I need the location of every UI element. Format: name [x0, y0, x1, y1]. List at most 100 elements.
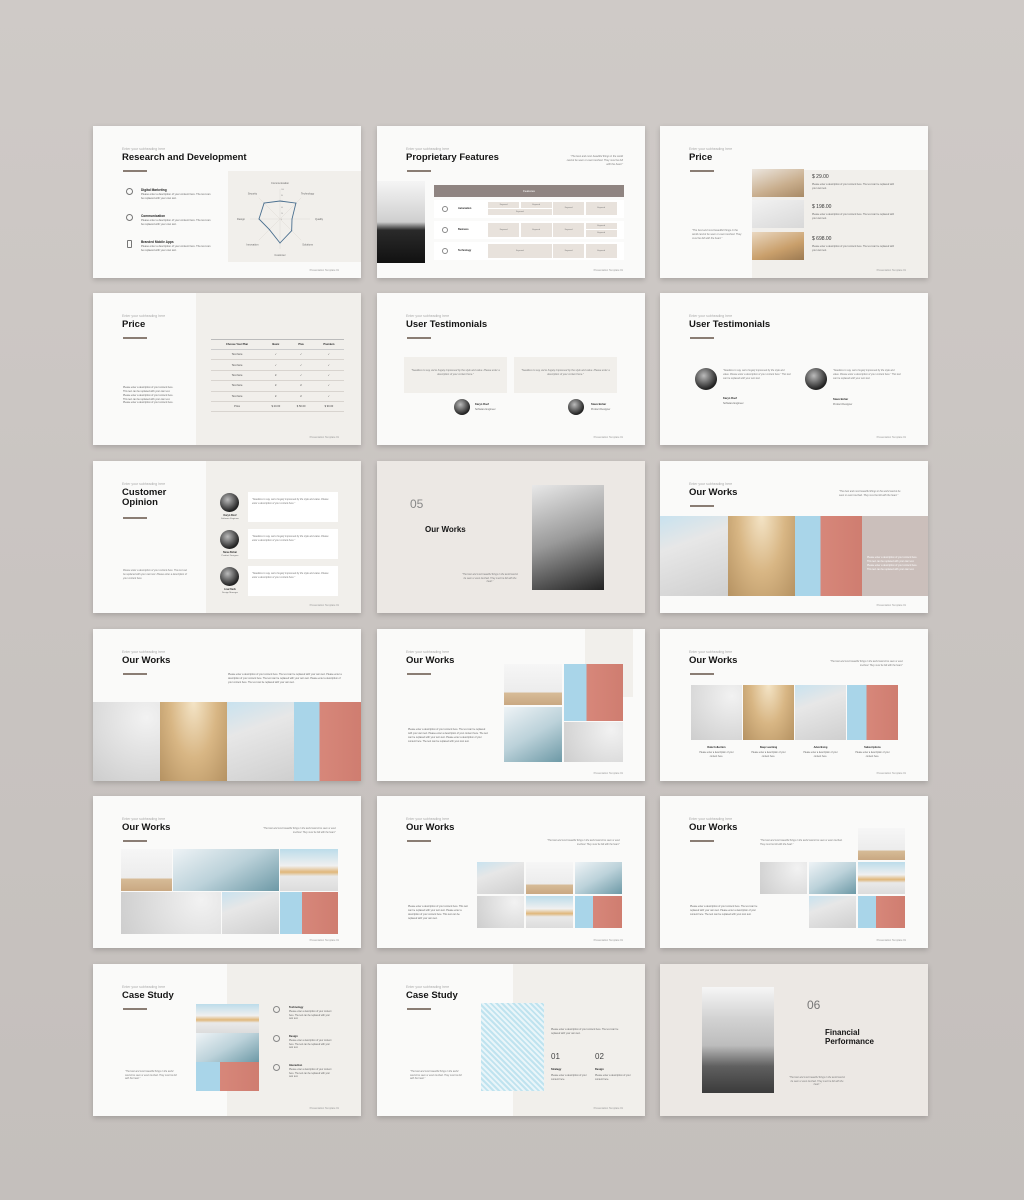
section-title: Our Works: [425, 525, 466, 534]
quote: "The best and most beautiful things in t…: [547, 840, 620, 846]
slide-footer: Presentation Template 01: [309, 269, 339, 272]
table-row: Text here ✗ ✗ ✓: [211, 391, 344, 402]
slide-footer: Presentation Template 01: [309, 436, 339, 439]
slide-title: Our Works: [122, 655, 171, 666]
person-role: Product Designer: [221, 555, 239, 557]
slide-title: Our Works: [689, 487, 738, 498]
quote: "The best and most beautiful things in t…: [839, 490, 901, 497]
keyword-cell: Keyword: [585, 230, 617, 237]
work-photo: [858, 896, 905, 928]
title-underline: [123, 1008, 147, 1010]
keyword-cell: Keyword: [553, 244, 585, 258]
item-title: Digital Marketing: [141, 188, 167, 192]
slide-research-development[interactable]: Enter your subheading here Research and …: [93, 126, 361, 278]
slide-subtitle: Enter your subheading here: [122, 817, 166, 821]
radar-point: [291, 230, 293, 232]
case-photo: [196, 1004, 259, 1033]
slide-our-works-1[interactable]: Enter your subheading here Our Works "Th…: [660, 461, 928, 613]
price: $ 29.00: [812, 174, 829, 180]
radar-tick-label: 20: [281, 213, 283, 215]
work-photo: [795, 685, 846, 740]
table-row: Text here ✗ ✗ ✓: [211, 380, 344, 392]
step-number: 02: [595, 1052, 604, 1061]
avatar: [695, 368, 717, 390]
radar-spoke: [279, 218, 302, 241]
keyword-cell: Keyword: [585, 202, 617, 215]
slide-our-works-3[interactable]: Enter your subheading here Our Works Ple…: [377, 629, 645, 781]
slide-section-05[interactable]: 05 Our Works "The best and most beautifu…: [377, 461, 645, 613]
slide-footer: Presentation Template 01: [593, 436, 623, 439]
testimonial-quote: "Needless to say, we're hugely impressed…: [723, 369, 791, 380]
slide-our-works-2[interactable]: Enter your subheading here Our Works Ple…: [93, 629, 361, 781]
quote: "The best and most beautiful things in t…: [789, 1077, 845, 1087]
radar-tick-label: 40: [281, 207, 283, 209]
table-row: Text here ✗ ✓ ✓: [211, 370, 344, 382]
slide-footer: Presentation Template 01: [593, 269, 623, 272]
slide-proprietary-features[interactable]: Enter your subheading here Proprietary F…: [377, 126, 645, 278]
quote: "The best and most beautiful things in t…: [263, 828, 336, 834]
radar-point: [279, 242, 281, 244]
keyword-cell: Keyword: [488, 244, 552, 258]
case-photo: [196, 1062, 259, 1091]
work-title: Advertising: [813, 746, 828, 749]
slide-footer: Presentation Template 01: [876, 939, 906, 942]
radar-tick-label: 80: [281, 195, 283, 197]
feature-label: Technology: [458, 249, 472, 252]
title-underline: [123, 170, 147, 172]
slide-our-works-6[interactable]: Enter your subheading here Our Works "Th…: [377, 796, 645, 948]
keyword-cell: Keyword: [488, 209, 552, 215]
slide-title: Proprietary Features: [406, 152, 499, 163]
slide-title: Price: [122, 319, 146, 330]
person-name: Steve Bohar: [833, 398, 849, 401]
person-role: Software Engineer: [221, 518, 239, 520]
title-underline: [123, 673, 147, 675]
price-desc: Please enter a description of your conte…: [812, 245, 895, 252]
work-photo: [93, 702, 160, 781]
gear-icon: [442, 206, 448, 212]
work-photo: [728, 516, 795, 596]
radar-axis-label: Design: [237, 217, 246, 221]
title-underline: [123, 840, 147, 842]
keyword-cell: Keyword: [520, 202, 552, 208]
slide-case-study-2[interactable]: Enter your subheading here Case Study "T…: [377, 964, 645, 1116]
slide-price-table[interactable]: Enter your subheading here Price Please …: [93, 293, 361, 445]
work-photo: [227, 702, 294, 781]
slide-subtitle: Enter your subheading here: [122, 650, 166, 654]
slide-user-testimonials-1[interactable]: Enter your subheading here User Testimon…: [377, 293, 645, 445]
person-name: Lisa Fleck: [224, 588, 236, 591]
work-photo: [691, 685, 742, 740]
slide-footer: Presentation Template 01: [876, 604, 906, 607]
section-number: 05: [410, 497, 424, 511]
section-title: Financial Performance: [825, 1028, 874, 1046]
table-cell: ✗: [288, 380, 314, 392]
work-photo: [222, 892, 279, 934]
briefcase-icon: [442, 227, 448, 233]
testimonial-card: "Needless to say, we're hugely impressed…: [514, 357, 617, 393]
slide-our-works-5[interactable]: Enter your subheading here Our Works "Th…: [93, 796, 361, 948]
work-title: Deep Learning: [759, 746, 778, 749]
slide-case-study-1[interactable]: Enter your subheading here Case Study "T…: [93, 964, 361, 1116]
phone-icon: [127, 240, 132, 248]
person-role: Product Designer: [833, 403, 853, 406]
table-cell: $ 20.00: [263, 401, 289, 413]
radar-axis-label: Customer: [274, 253, 285, 257]
slide-title: Case Study: [406, 990, 458, 1001]
slide-section-06[interactable]: 06 Financial Performance "The best and m…: [660, 964, 928, 1116]
slide-price-cards[interactable]: Enter your subheading here Price "The be…: [660, 126, 928, 278]
slide-customer-opinion[interactable]: Enter your subheading here Customer Opin…: [93, 461, 361, 613]
price-desc: Please enter a description of your conte…: [123, 386, 174, 405]
avatar: [220, 493, 239, 512]
keyword-cell: Keyword: [585, 244, 617, 258]
slide-user-testimonials-2[interactable]: Enter your subheading here User Testimon…: [660, 293, 928, 445]
work-photo: [280, 892, 338, 934]
slide-footer: Presentation Template 01: [309, 604, 339, 607]
work-title: Subscriptions: [864, 746, 881, 749]
slide-our-works-7[interactable]: Enter your subheading here Our Works "Th…: [660, 796, 928, 948]
slide-footer: Presentation Template 01: [309, 1107, 339, 1110]
slide-our-works-4[interactable]: Enter your subheading here Our Works "Th…: [660, 629, 928, 781]
work-photo: [575, 896, 622, 928]
person-name: Steve Bohar: [591, 403, 607, 406]
slide-subtitle: Enter your subheading here: [406, 314, 450, 318]
radar-point: [263, 202, 265, 204]
item-desc: Please enter a description of your conte…: [141, 219, 211, 227]
